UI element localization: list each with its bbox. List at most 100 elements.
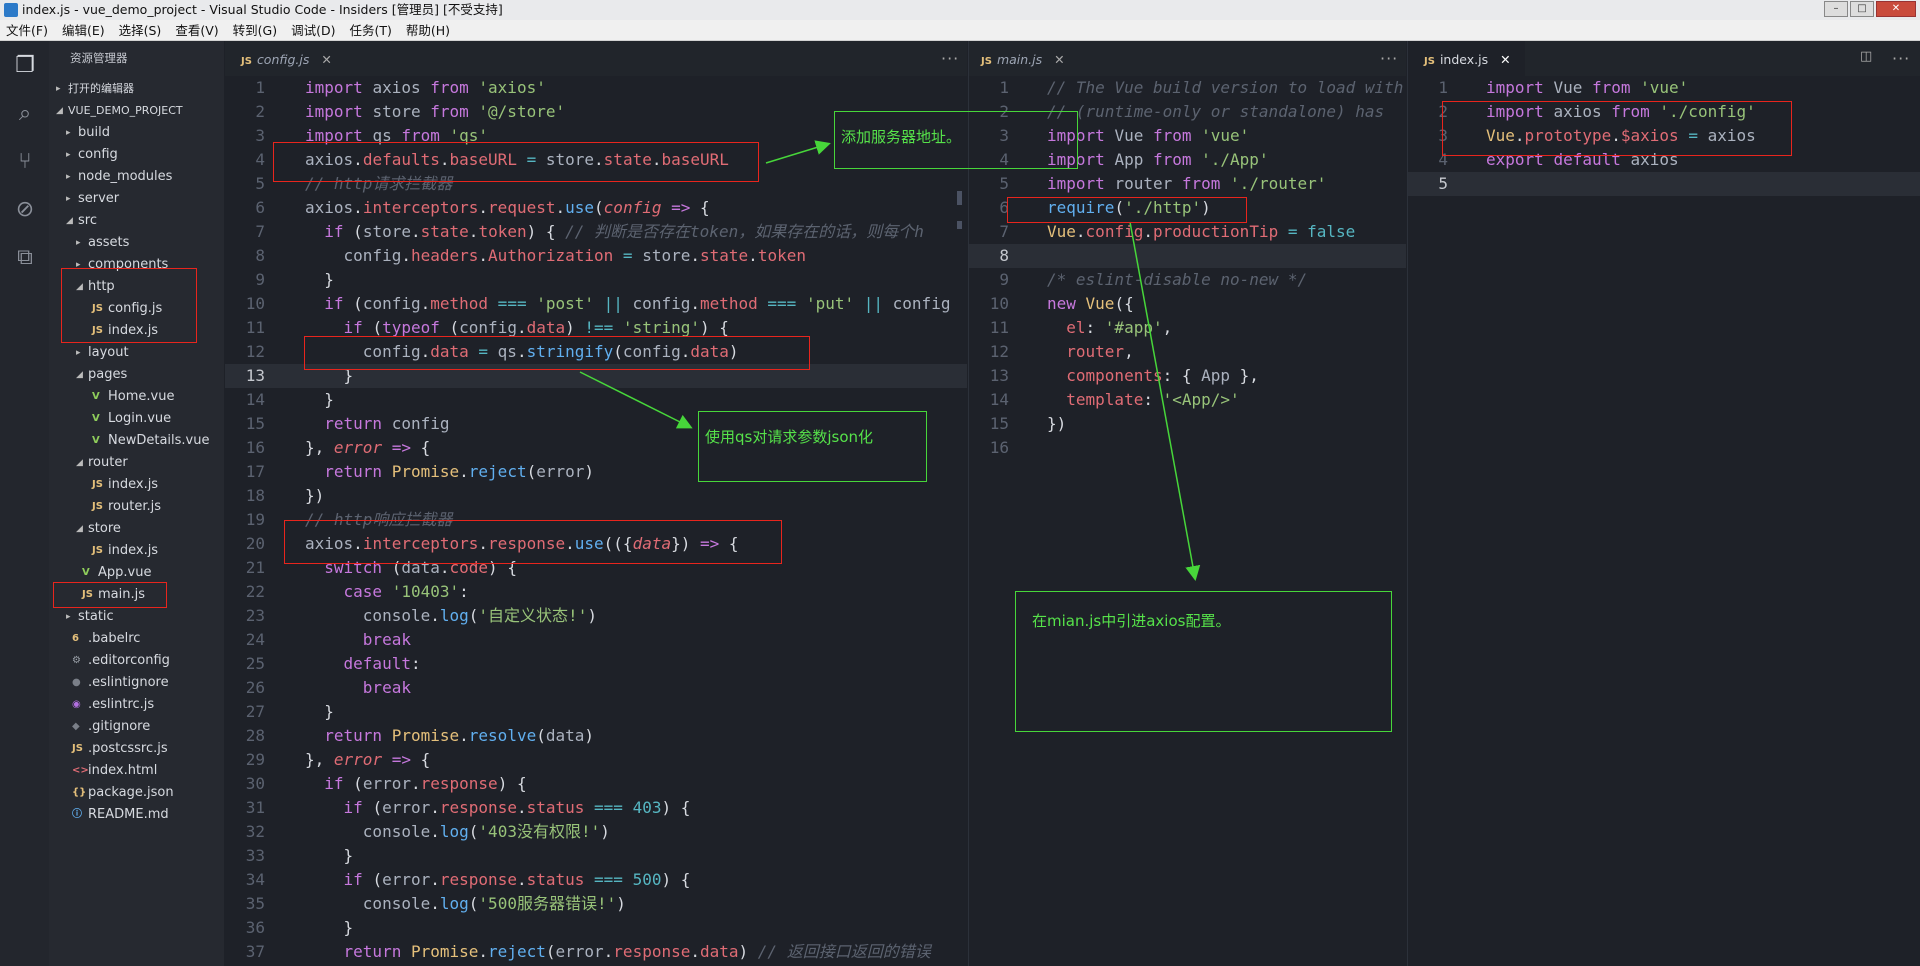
extensions-icon[interactable]: ⧉ bbox=[12, 245, 38, 271]
code-line[interactable]: 35 console.log('500服务器错误!') bbox=[225, 892, 967, 916]
code-line[interactable]: 9 /* eslint-disable no-new */ bbox=[969, 268, 1406, 292]
menu-tasks[interactable]: 任务(T) bbox=[349, 20, 391, 40]
search-icon[interactable]: ⌕ bbox=[12, 101, 38, 127]
code-line[interactable]: 33 } bbox=[225, 844, 967, 868]
code-line[interactable]: 27 } bbox=[225, 700, 967, 724]
tree-item[interactable]: ◉ .eslintrc.js bbox=[49, 694, 224, 716]
menu-file[interactable]: 文件(F) bbox=[6, 20, 48, 40]
minimize-icon[interactable]: – bbox=[1824, 1, 1848, 17]
tree-item[interactable]: JS index.js bbox=[49, 540, 224, 562]
chevron-right-icon[interactable]: ▸ bbox=[66, 606, 71, 628]
code-line[interactable]: 29}, error => { bbox=[225, 748, 967, 772]
tree-item[interactable]: 6 .babelrc bbox=[49, 628, 224, 650]
tree-item[interactable]: ⓘ README.md bbox=[49, 804, 224, 826]
tab-config-js[interactable]: JS config.js ✕ bbox=[241, 41, 332, 76]
tree-item[interactable]: ◆ .gitignore bbox=[49, 716, 224, 738]
tree-item[interactable]: ▸ layout bbox=[49, 342, 224, 364]
code-line[interactable]: 31 if (error.response.status === 403) { bbox=[225, 796, 967, 820]
tree-item[interactable]: ● .eslintignore bbox=[49, 672, 224, 694]
tab-main-js[interactable]: JS main.js ✕ bbox=[981, 41, 1065, 76]
code-line[interactable]: 24 break bbox=[225, 628, 967, 652]
code-line[interactable]: 30 if (error.response) { bbox=[225, 772, 967, 796]
chevron-right-icon[interactable]: ▸ bbox=[76, 342, 81, 364]
code-line[interactable]: 9 } bbox=[225, 268, 967, 292]
code-line[interactable]: 25 default: bbox=[225, 652, 967, 676]
tree-item[interactable]: ◢ VUE_DEMO_PROJECT bbox=[49, 100, 224, 122]
menu-selection[interactable]: 选择(S) bbox=[119, 20, 162, 40]
tree-item[interactable]: ◢ pages bbox=[49, 364, 224, 386]
close-icon[interactable]: ✕ bbox=[1500, 52, 1510, 67]
tab-index-js[interactable]: JS index.js ✕ bbox=[1408, 41, 1525, 76]
more-actions-icon[interactable]: ··· bbox=[1380, 49, 1398, 68]
chevron-down-icon[interactable]: ◢ bbox=[76, 518, 83, 540]
tree-item[interactable]: ⚙ .editorconfig bbox=[49, 650, 224, 672]
scrollbar[interactable] bbox=[957, 191, 962, 205]
code-line[interactable]: 15}) bbox=[969, 412, 1406, 436]
code-line[interactable]: 5 bbox=[1408, 172, 1920, 196]
tree-item[interactable]: ◢ store bbox=[49, 518, 224, 540]
chevron-down-icon[interactable]: ◢ bbox=[56, 100, 63, 122]
code-line[interactable]: 10 if (config.method === 'post' || confi… bbox=[225, 292, 967, 316]
code-line[interactable]: 14 } bbox=[225, 388, 967, 412]
menu-edit[interactable]: 编辑(E) bbox=[62, 20, 105, 40]
chevron-right-icon[interactable]: ▸ bbox=[66, 144, 71, 166]
tree-item[interactable]: JS .postcssrc.js bbox=[49, 738, 224, 760]
tree-item[interactable]: ◢ src bbox=[49, 210, 224, 232]
code-line[interactable]: 7 Vue.config.productionTip = false bbox=[969, 220, 1406, 244]
maximize-icon[interactable]: □ bbox=[1850, 1, 1874, 17]
tree-item[interactable]: ▸ server bbox=[49, 188, 224, 210]
code-line[interactable]: 18}) bbox=[225, 484, 967, 508]
tree-item[interactable]: ◢ router bbox=[49, 452, 224, 474]
source-control-icon[interactable]: ⑂ bbox=[12, 149, 38, 175]
tree-item[interactable]: V Home.vue bbox=[49, 386, 224, 408]
code-line[interactable]: 23 console.log('自定义状态!') bbox=[225, 604, 967, 628]
code-line[interactable]: 32 console.log('403没有权限!') bbox=[225, 820, 967, 844]
code-line[interactable]: 5 import router from './router' bbox=[969, 172, 1406, 196]
code-line[interactable]: 37 return Promise.reject(error.response.… bbox=[225, 940, 967, 964]
code-line[interactable]: 16 bbox=[969, 436, 1406, 460]
close-icon[interactable]: ✕ bbox=[1054, 52, 1064, 67]
code-line[interactable]: 1 import Vue from 'vue' bbox=[1408, 76, 1920, 100]
tree-item[interactable]: ▸ static bbox=[49, 606, 224, 628]
debug-icon[interactable]: ⊘ bbox=[12, 197, 38, 223]
tree-item[interactable]: <> index.html bbox=[49, 760, 224, 782]
tree-item[interactable]: {} package.json bbox=[49, 782, 224, 804]
tree-item[interactable]: V Login.vue bbox=[49, 408, 224, 430]
chevron-down-icon[interactable]: ◢ bbox=[76, 452, 83, 474]
code-line[interactable]: 12 router, bbox=[969, 340, 1406, 364]
close-icon[interactable]: ✕ bbox=[321, 52, 331, 67]
tree-item[interactable]: JS router.js bbox=[49, 496, 224, 518]
editor-group-index[interactable]: JS index.js ✕ ◫ ··· 1 import Vue from 'vue'… bbox=[1407, 41, 1920, 966]
code-line[interactable]: 8 config.headers.Authorization = store.s… bbox=[225, 244, 967, 268]
code-line[interactable]: 28 return Promise.resolve(data) bbox=[225, 724, 967, 748]
split-editor-icon[interactable]: ◫ bbox=[1860, 49, 1873, 64]
more-actions-icon[interactable]: ··· bbox=[1892, 49, 1910, 68]
code-line[interactable]: 22 case '10403': bbox=[225, 580, 967, 604]
menu-debug[interactable]: 调试(D) bbox=[291, 20, 335, 40]
code-line[interactable]: 36 } bbox=[225, 916, 967, 940]
editor-group-main[interactable]: JS main.js ✕ ··· 1 // The Vue build version… bbox=[968, 41, 1406, 966]
code-line[interactable]: 26 break bbox=[225, 676, 967, 700]
tree-item[interactable]: ▸ build bbox=[49, 122, 224, 144]
tree-item[interactable]: ▸ 打开的编辑器 bbox=[49, 78, 224, 100]
chevron-down-icon[interactable]: ◢ bbox=[76, 364, 83, 386]
menu-go[interactable]: 转到(G) bbox=[233, 20, 277, 40]
code-line[interactable]: 14 template: '<App/>' bbox=[969, 388, 1406, 412]
tree-item[interactable]: V NewDetails.vue bbox=[49, 430, 224, 452]
tree-item[interactable]: JS index.js bbox=[49, 474, 224, 496]
code-line[interactable]: 11 el: '#app', bbox=[969, 316, 1406, 340]
code-line[interactable]: 10 new Vue({ bbox=[969, 292, 1406, 316]
chevron-down-icon[interactable]: ◢ bbox=[66, 210, 73, 232]
chevron-right-icon[interactable]: ▸ bbox=[66, 188, 71, 210]
tree-item[interactable]: ▸ config bbox=[49, 144, 224, 166]
code-line[interactable]: 34 if (error.response.status === 500) { bbox=[225, 868, 967, 892]
menu-view[interactable]: 查看(V) bbox=[175, 20, 218, 40]
code-line[interactable]: 6 axios.interceptors.request.use(config =… bbox=[225, 196, 967, 220]
chevron-right-icon[interactable]: ▸ bbox=[56, 78, 61, 100]
more-actions-icon[interactable]: ··· bbox=[941, 49, 959, 68]
code-line[interactable]: 8 bbox=[969, 244, 1406, 268]
code-line[interactable]: 1 // The Vue build version to load with bbox=[969, 76, 1406, 100]
tree-item[interactable]: ▸ node_modules bbox=[49, 166, 224, 188]
code-line[interactable]: 13 components: { App }, bbox=[969, 364, 1406, 388]
tree-item[interactable]: ▸ assets bbox=[49, 232, 224, 254]
